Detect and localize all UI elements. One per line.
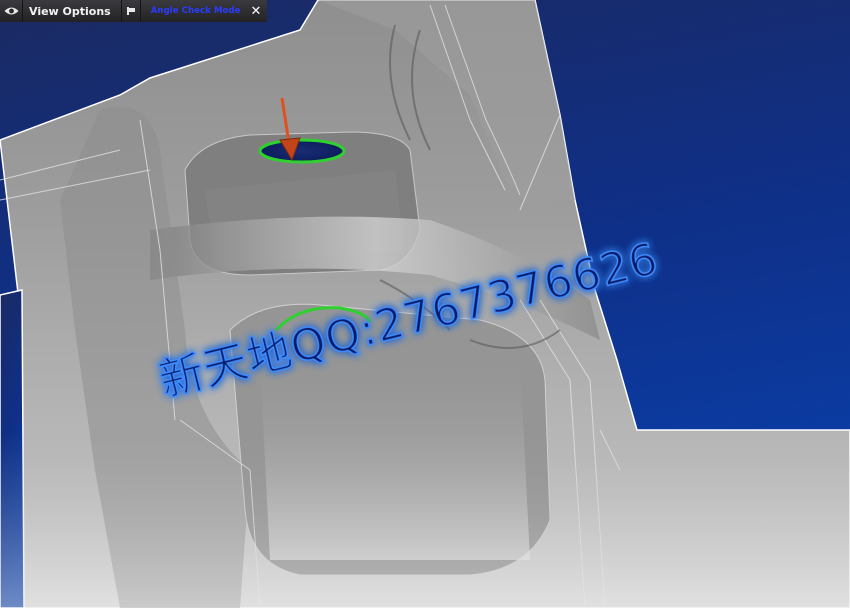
view-toolbar: View Options Angle Check Mode ✕ <box>0 0 268 22</box>
angle-check-mode-tab[interactable]: Angle Check Mode ✕ <box>140 0 268 22</box>
pin-button[interactable] <box>121 0 141 22</box>
view-options-toggle[interactable] <box>0 0 23 22</box>
pin-icon <box>126 7 135 15</box>
angle-check-mode-label: Angle Check Mode <box>150 6 241 16</box>
watermark-svg: 新天地QQ:2767376626 <box>154 233 665 408</box>
upper-hole[interactable] <box>258 138 346 164</box>
view-options-button[interactable]: View Options <box>23 0 122 22</box>
eye-icon <box>4 7 18 15</box>
close-icon[interactable]: ✕ <box>251 5 262 18</box>
watermark: 新天地QQ:2767376626 <box>154 233 700 412</box>
view-options-label: View Options <box>29 4 111 18</box>
part-bottom-highlight <box>0 430 850 608</box>
